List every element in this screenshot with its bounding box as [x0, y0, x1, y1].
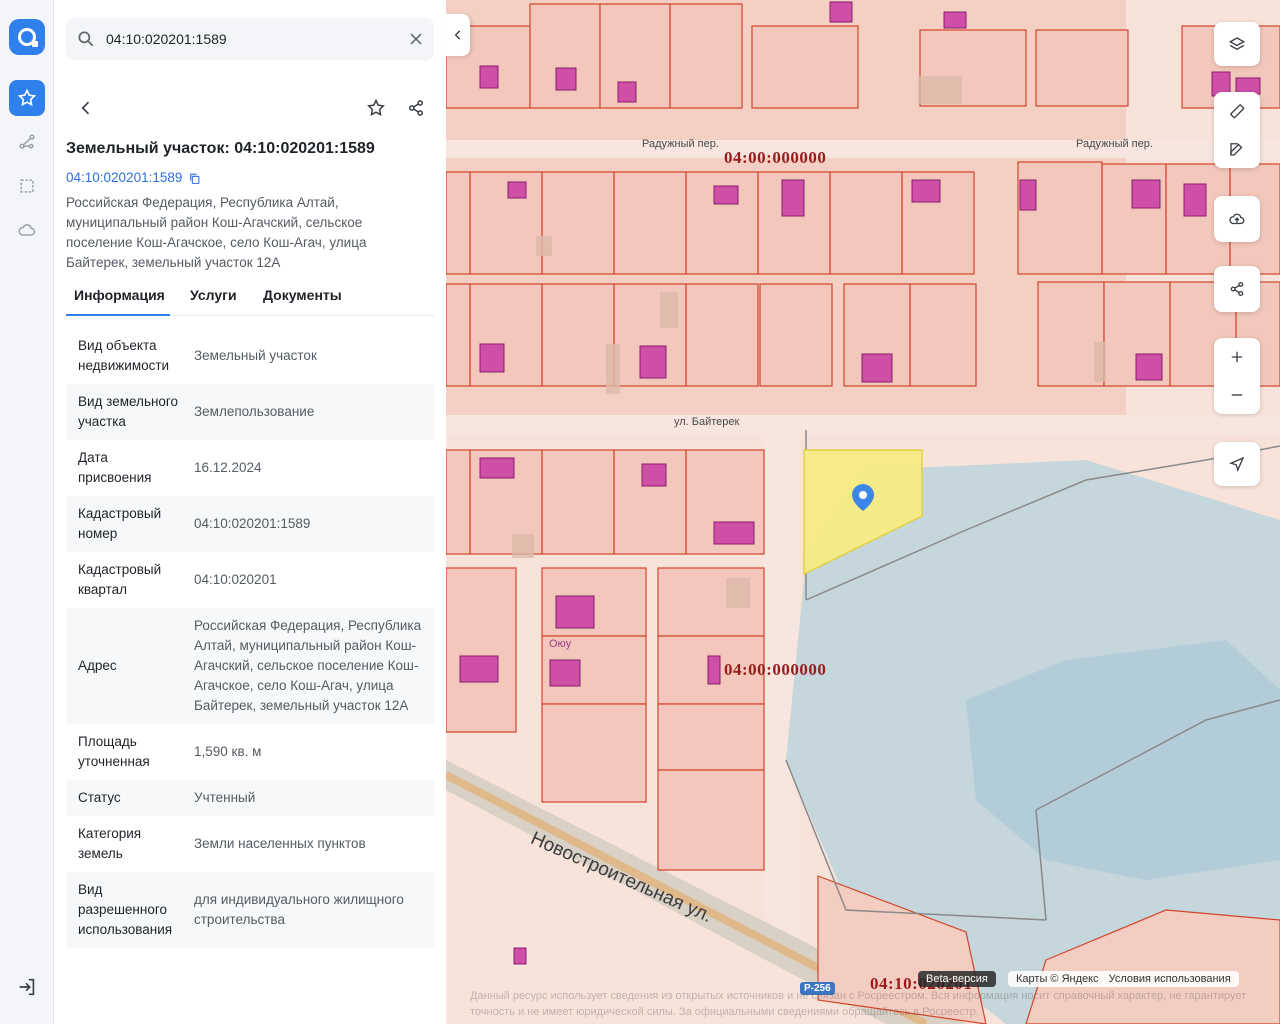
- layers-button[interactable]: [1214, 22, 1260, 66]
- clear-icon[interactable]: [406, 29, 426, 49]
- tab-documents[interactable]: Документы: [255, 280, 350, 316]
- property-value: Землепользование: [194, 404, 315, 419]
- left-rail: [0, 0, 54, 1024]
- property-key: Статус: [78, 790, 121, 805]
- share-icon: [1230, 281, 1244, 297]
- upload-icon: [1229, 213, 1245, 225]
- tools-control: [1214, 92, 1260, 168]
- copy-icon[interactable]: [188, 172, 201, 185]
- share-control: [1214, 266, 1260, 312]
- collapse-panel-button[interactable]: [446, 14, 470, 56]
- property-row: Категория земель Земли населенных пунктов: [66, 816, 434, 872]
- share-icon: [409, 100, 423, 116]
- property-value: 1,590 кв. м: [194, 744, 262, 759]
- property-key: Категория земель: [78, 826, 142, 861]
- tab-bar: Информация Услуги Документы: [66, 280, 434, 316]
- property-value: 16.12.2024: [194, 460, 262, 475]
- property-key: Вид земельного участка: [78, 394, 179, 429]
- property-key: Вид объекта недвижимости: [78, 338, 170, 373]
- quarter-number: 04:00:000000: [724, 660, 827, 679]
- property-row: Вид земельного участка Землепользование: [66, 384, 434, 440]
- chevron-left-icon: [81, 101, 90, 115]
- chevron-left-icon: [454, 30, 461, 40]
- beta-badge: Beta-версия: [918, 971, 996, 987]
- info-panel: Земельный участок: 04:10:020201:1589 04:…: [54, 0, 446, 1024]
- search-icon: [78, 31, 94, 47]
- ruler-icon: [1230, 104, 1245, 119]
- edit-icon: [1230, 143, 1243, 156]
- property-table: Вид объекта недвижимости Земельный участо…: [66, 328, 434, 948]
- cadastral-number-text[interactable]: 04:10:020201:1589: [66, 168, 182, 188]
- layers-icon: [1228, 37, 1246, 51]
- property-row: Кадастровый номер 04:10:020201:1589: [66, 496, 434, 552]
- zoom-in-icon: [1231, 351, 1243, 363]
- back-button[interactable]: [66, 88, 106, 128]
- upload-button[interactable]: [1214, 196, 1260, 242]
- locate-button[interactable]: [1214, 442, 1260, 486]
- property-row: Вид разрешенного использования для индиви…: [66, 872, 434, 948]
- property-value: Земли населенных пунктов: [194, 836, 366, 851]
- property-row: Площадь уточненная 1,590 кв. м: [66, 724, 434, 780]
- app-logo[interactable]: [9, 19, 45, 55]
- cloud-icon[interactable]: [9, 212, 45, 248]
- street-label: ул. Байтерек: [674, 416, 740, 428]
- map-share-button[interactable]: [1214, 266, 1260, 312]
- star-icon[interactable]: [9, 80, 45, 116]
- property-key: Кадастровый номер: [78, 506, 162, 541]
- property-row: Адрес Российская Федерация, Республика Ал…: [66, 608, 434, 724]
- property-row: Статус Учтенный: [66, 780, 434, 816]
- property-value: для индивидуального жилищного строительс…: [194, 892, 404, 927]
- ruler-button[interactable]: [1214, 92, 1260, 130]
- logout-icon[interactable]: [14, 976, 40, 998]
- select-area-icon[interactable]: [9, 168, 45, 204]
- locate-control: [1214, 442, 1260, 486]
- map-layer: [446, 0, 1280, 1024]
- star-outline-icon: [367, 98, 385, 116]
- property-value: Земельный участок: [194, 348, 317, 363]
- share-button[interactable]: [396, 88, 436, 128]
- property-row: Вид объекта недвижимости Земельный участо…: [66, 328, 434, 384]
- zoom-control: [1214, 338, 1260, 414]
- property-value: Российская Федерация, Республика Алтай, …: [194, 618, 422, 713]
- property-key: Площадь уточненная: [78, 734, 150, 769]
- quarter-number: 04:00:000000: [724, 148, 827, 167]
- map-canvas[interactable]: Радужный пер. Радужный пер. ул. Байтерек…: [446, 0, 1280, 1024]
- zoom-out-button[interactable]: [1214, 376, 1260, 414]
- copyright-text: Карты © Яндекс: [1016, 973, 1099, 985]
- panel-toolbar: [66, 88, 434, 128]
- zoom-in-button[interactable]: [1214, 338, 1260, 376]
- page-title: Земельный участок: 04:10:020201:1589: [66, 140, 375, 157]
- property-value: 04:10:020201: [194, 572, 277, 587]
- layers-control: [1214, 22, 1260, 66]
- tab-information[interactable]: Информация: [66, 280, 170, 316]
- search-input[interactable]: [106, 18, 396, 60]
- tab-services[interactable]: Услуги: [182, 280, 245, 316]
- property-key: Дата присвоения: [78, 450, 152, 485]
- property-value: 04:10:020201:1589: [194, 516, 311, 531]
- route-icon[interactable]: [9, 124, 45, 160]
- disclaimer-text: Данный ресурс использует сведения из отк…: [470, 990, 1247, 1018]
- street-label: Радужный пер.: [1076, 138, 1153, 150]
- property-row: Дата присвоения 16.12.2024: [66, 440, 434, 496]
- poi-label[interactable]: Оюу: [549, 638, 571, 650]
- street-label: Радужный пер.: [642, 138, 719, 150]
- cadastral-number-link[interactable]: 04:10:020201:1589: [66, 168, 201, 188]
- property-key: Кадастровый квартал: [78, 562, 162, 597]
- terms-link[interactable]: Условия использования: [1109, 973, 1231, 985]
- property-row: Кадастровый квартал 04:10:020201: [66, 552, 434, 608]
- locate-icon: [1229, 456, 1245, 472]
- address-text: Российская Федерация, Республика Алтай, …: [66, 195, 367, 270]
- property-key: Вид разрешенного использования: [78, 882, 173, 937]
- map-attribution: Карты © Яндекс Условия использования: [1008, 971, 1239, 987]
- property-key: Адрес: [78, 658, 117, 673]
- search-bar: [66, 18, 434, 60]
- edit-button[interactable]: [1214, 130, 1260, 168]
- property-value: Учтенный: [194, 790, 256, 805]
- zoom-out-icon: [1231, 394, 1243, 396]
- upload-control: [1214, 196, 1260, 242]
- favorite-button[interactable]: [356, 88, 396, 128]
